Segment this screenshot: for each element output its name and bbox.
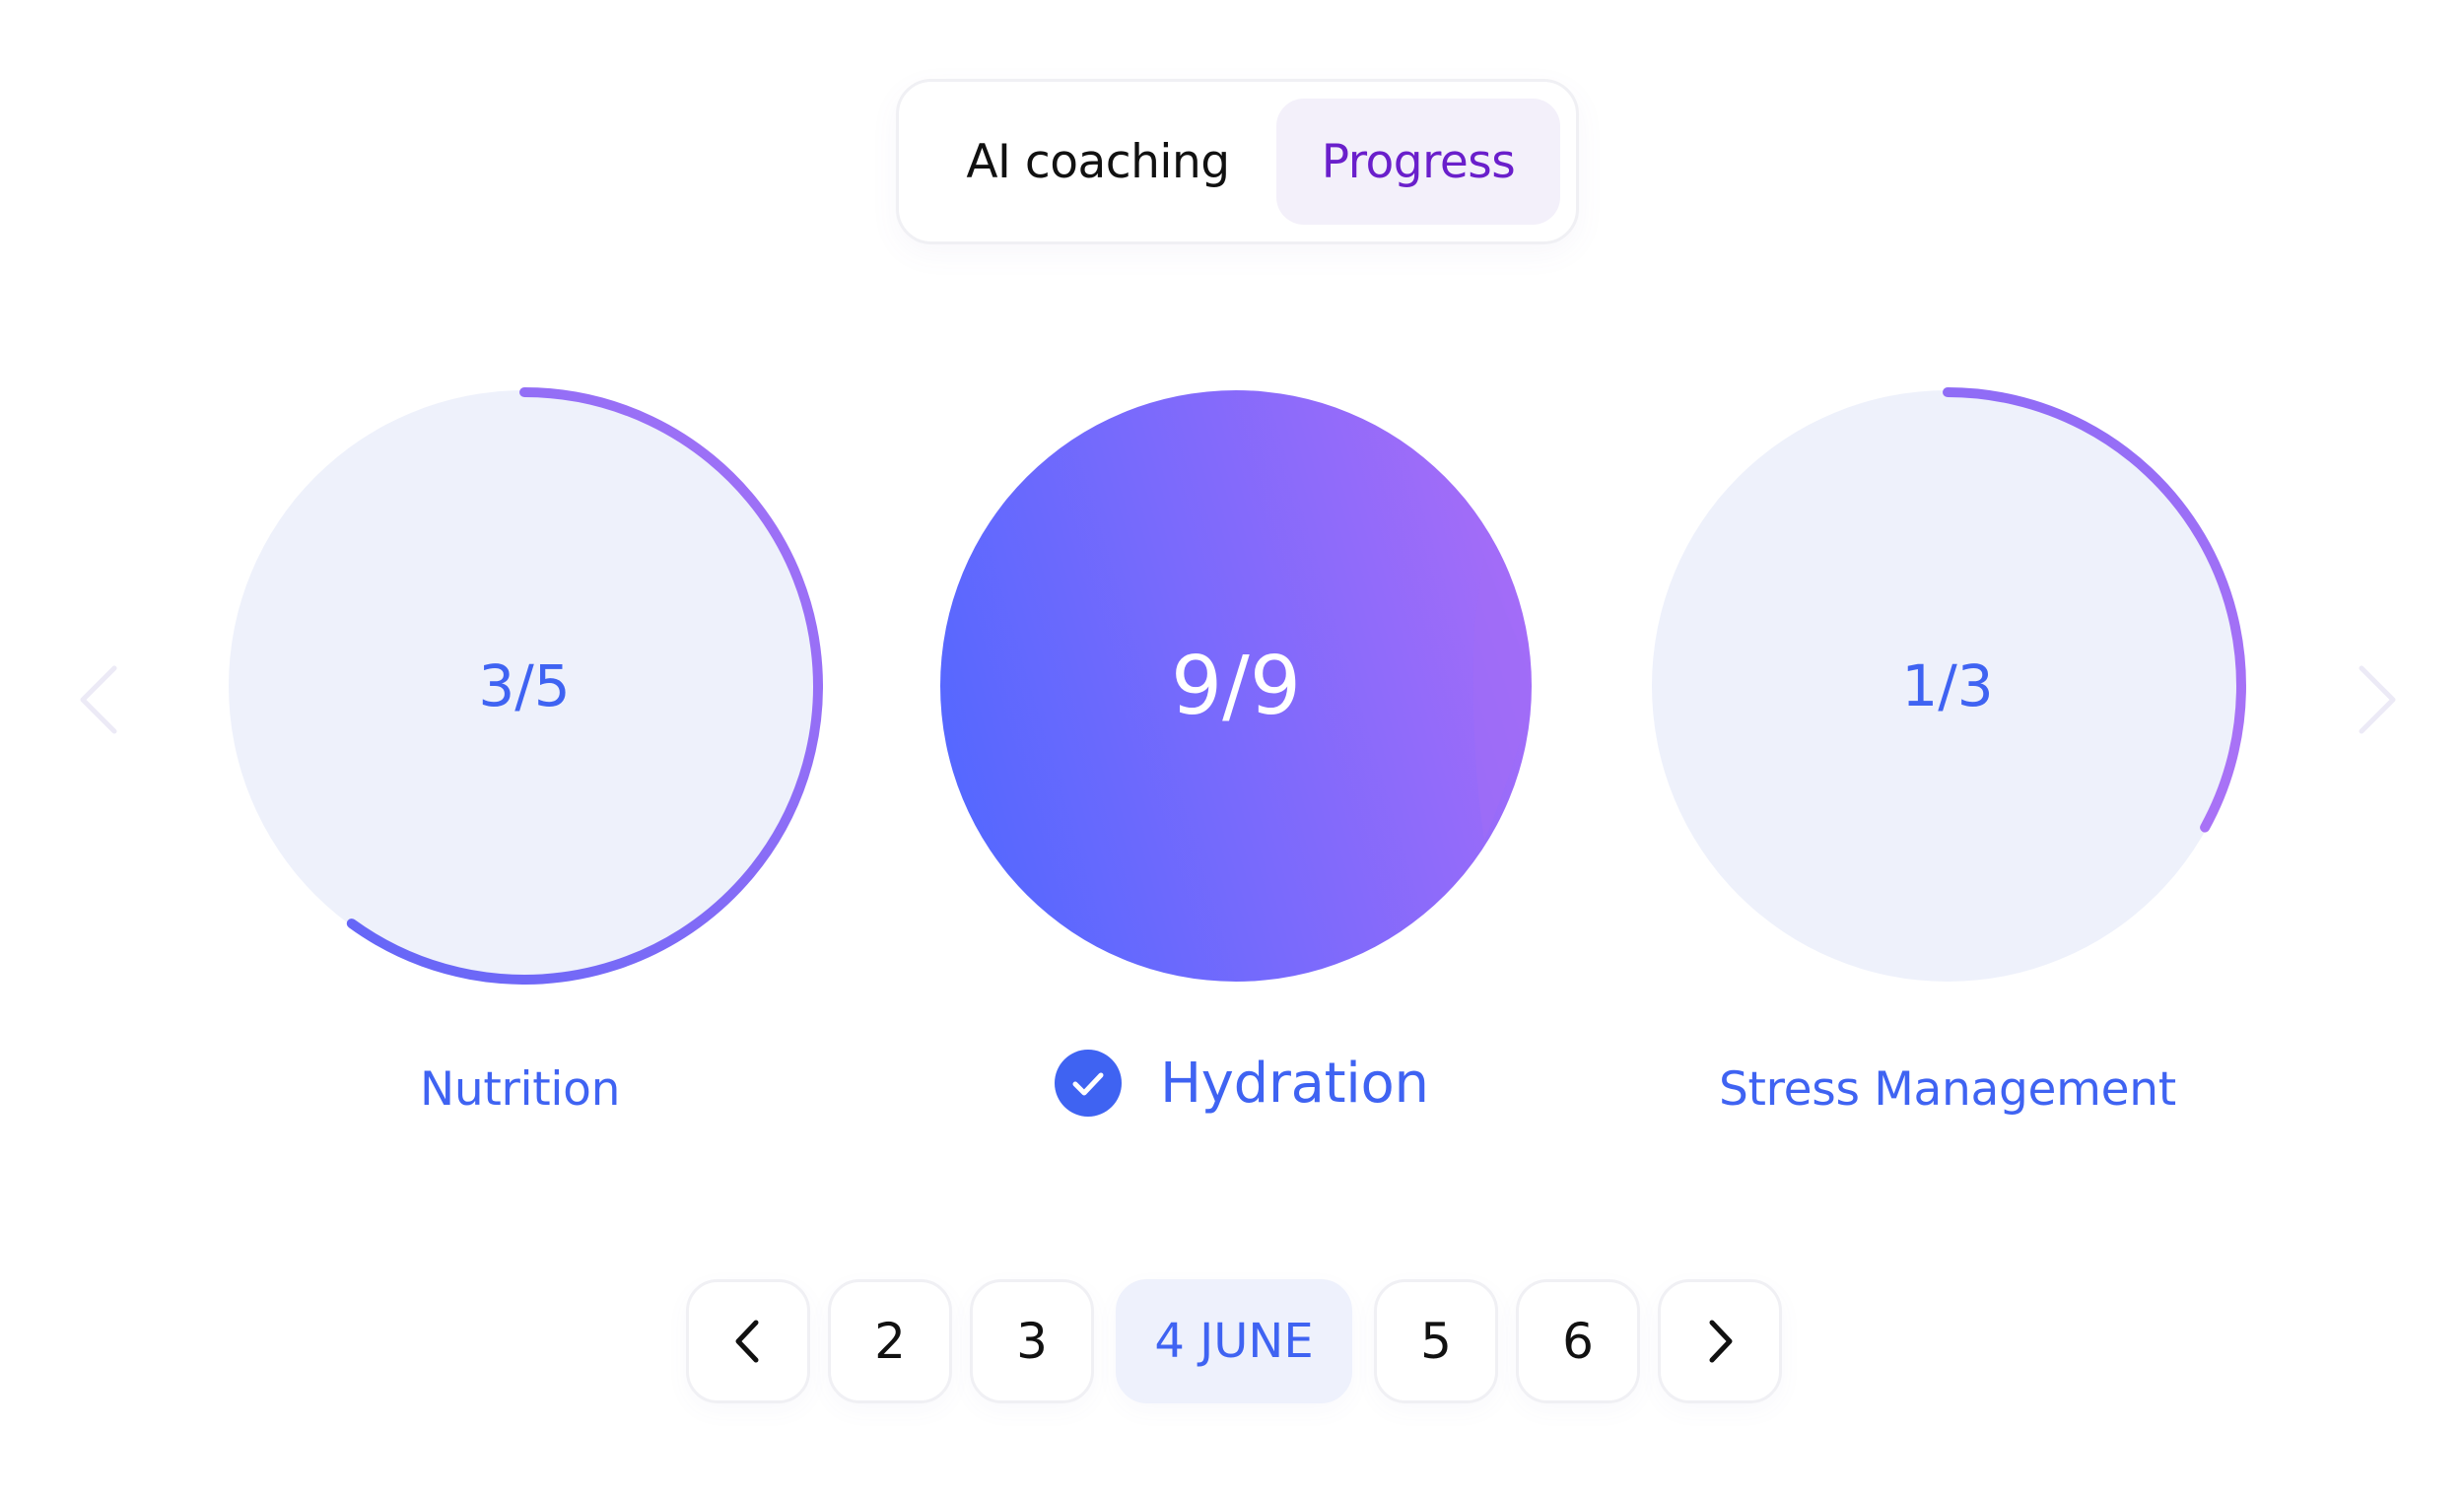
pager-day-button[interactable]: 6 <box>1516 1279 1640 1403</box>
pager-prev-button[interactable] <box>686 1279 810 1403</box>
pager-next-button[interactable] <box>1658 1279 1782 1403</box>
habit-ring-stress-management[interactable]: 1/3 <box>1649 387 2246 985</box>
pager-day-button-active[interactable]: 4 JUNE <box>1116 1279 1352 1403</box>
view-switcher: AI coaching Progress <box>896 79 1579 244</box>
ring-label-stress-management: Stress Management <box>1719 1062 2176 1117</box>
pager-day-button[interactable]: 2 <box>828 1279 952 1403</box>
tab-progress[interactable]: Progress <box>1276 99 1560 225</box>
habit-ring-hydration[interactable]: 9/9 <box>937 387 1535 985</box>
chevron-left-icon <box>735 1320 759 1363</box>
carousel-prev-icon[interactable] <box>71 660 130 739</box>
hydration-label-group: Hydration <box>1054 1047 1429 1120</box>
pager-day-button[interactable]: 5 <box>1374 1279 1498 1403</box>
ring-label-hydration: Hydration <box>1160 1051 1429 1116</box>
check-circle-icon <box>1055 1050 1122 1117</box>
habit-ring-nutrition[interactable]: 3/5 <box>226 387 823 985</box>
tab-ai-coaching[interactable]: AI coaching <box>921 99 1275 225</box>
ring-label-nutrition: Nutrition <box>420 1062 621 1117</box>
pager-day-button[interactable]: 3 <box>970 1279 1094 1403</box>
carousel-next-icon[interactable] <box>2346 660 2405 739</box>
chevron-right-icon <box>1709 1320 1733 1363</box>
